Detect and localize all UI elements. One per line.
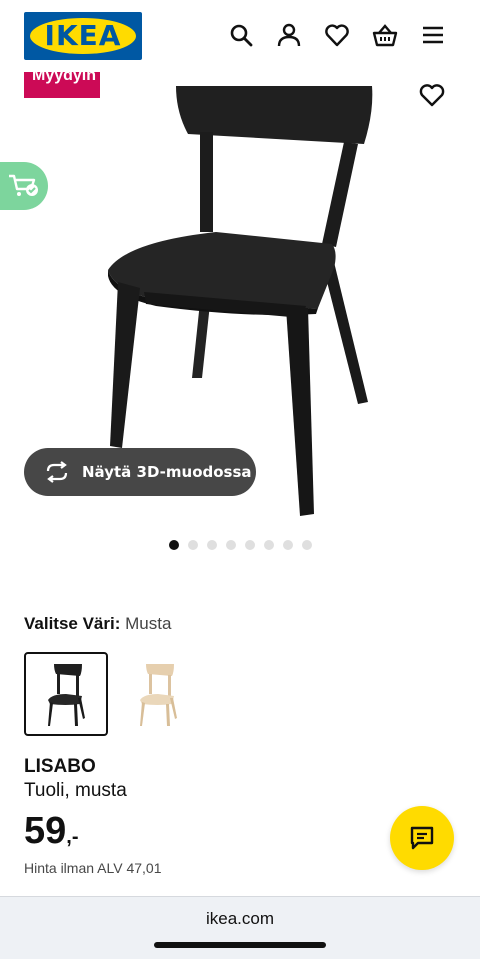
carousel-dot[interactable]	[226, 540, 236, 550]
carousel-dot[interactable]	[302, 540, 312, 550]
view-3d-button[interactable]: Näytä 3D-muodossa	[24, 448, 256, 496]
home-indicator	[154, 942, 326, 948]
swatch-black-chair[interactable]	[24, 652, 108, 736]
bestseller-badge: Myydyin	[24, 72, 100, 98]
logo-text: IKEA	[44, 19, 122, 52]
menu-icon[interactable]	[420, 22, 446, 48]
cart-check-icon	[9, 174, 38, 196]
carousel-dot[interactable]	[283, 540, 293, 550]
price-without-vat: Hinta ilman ALV 47,01	[24, 860, 162, 876]
shopping-bag-icon[interactable]	[372, 22, 398, 48]
color-label: Valitse Väri:	[24, 614, 121, 633]
product-name: LISABO	[24, 756, 96, 777]
header: IKEA	[0, 0, 480, 72]
product-description: Tuoli, musta	[24, 780, 127, 801]
carousel-dot[interactable]	[245, 540, 255, 550]
ikea-logo[interactable]: IKEA	[24, 12, 142, 60]
favourites-icon[interactable]	[324, 22, 350, 48]
color-value: Musta	[125, 614, 172, 633]
product-price: 59,-	[24, 810, 79, 853]
search-icon[interactable]	[228, 22, 254, 48]
cart-status-button[interactable]	[0, 162, 48, 210]
image-carousel-dots	[169, 540, 312, 550]
url-text[interactable]: ikea.com	[0, 909, 480, 929]
chat-button[interactable]	[390, 806, 454, 870]
price-suffix: ,-	[66, 826, 79, 848]
carousel-dot[interactable]	[188, 540, 198, 550]
badge-label: Myydyin	[32, 72, 97, 84]
browser-address-bar[interactable]: ikea.com	[0, 896, 480, 959]
color-selector-label: Valitse Väri: Musta	[24, 614, 171, 634]
account-icon[interactable]	[276, 22, 302, 48]
chat-icon	[410, 826, 434, 850]
carousel-dot[interactable]	[207, 540, 217, 550]
add-to-favourites-icon[interactable]	[418, 82, 446, 108]
carousel-dot[interactable]	[169, 540, 179, 550]
price-value: 59	[24, 810, 67, 852]
swatch-birch-chair[interactable]	[116, 652, 200, 736]
carousel-dot[interactable]	[264, 540, 274, 550]
view-3d-label: Näytä 3D-muodossa	[82, 463, 252, 481]
rotate-3d-icon	[46, 461, 68, 483]
